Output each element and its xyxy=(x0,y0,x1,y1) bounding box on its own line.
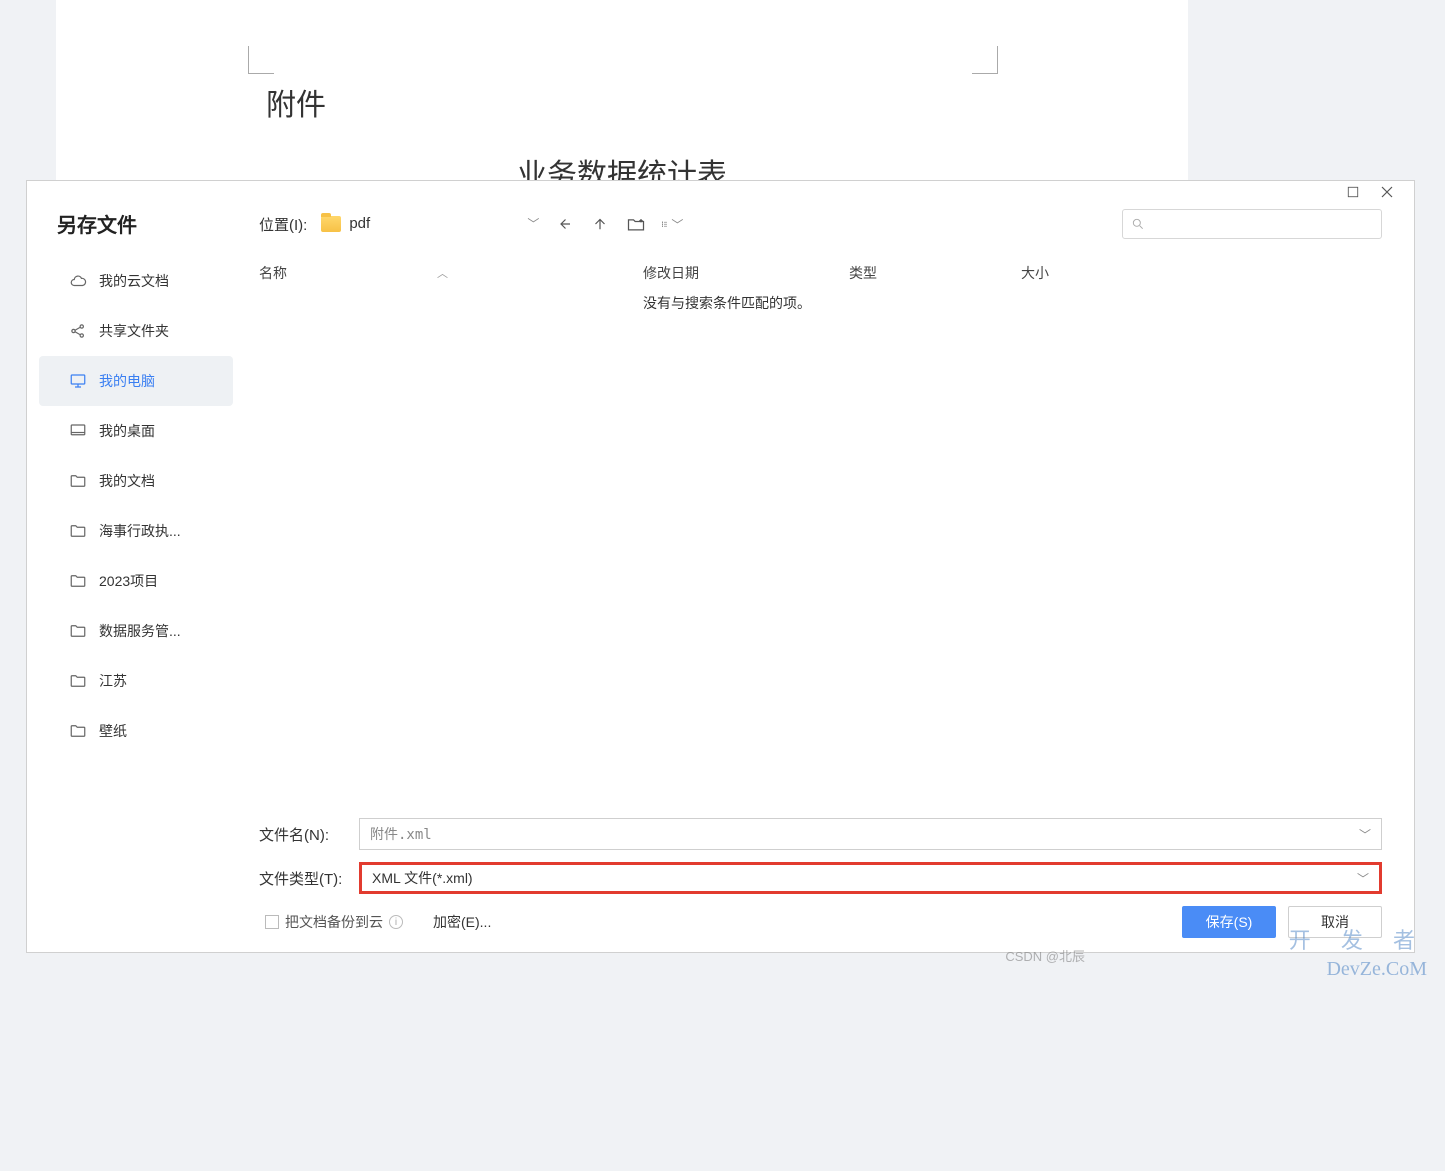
location-label: 位置(I): xyxy=(259,214,307,235)
chevron-down-icon: ﹀ xyxy=(671,216,683,233)
close-button[interactable] xyxy=(1380,185,1394,199)
nav-up-button[interactable] xyxy=(589,213,611,235)
sidebar-item-desktop[interactable]: 我的桌面 xyxy=(39,406,233,456)
filename-label: 文件名(N): xyxy=(259,824,349,845)
sidebar-item-label: 2023项目 xyxy=(99,571,158,591)
folder-icon xyxy=(69,572,87,590)
sidebar-item-folder-2023[interactable]: 2023项目 xyxy=(39,556,233,606)
folder-icon xyxy=(69,472,87,490)
dialog-footer: 文件名(N): 附件.xml ﹀ 文件类型(T): XML 文件(*.xml) … xyxy=(239,808,1414,952)
filename-value: 附件.xml xyxy=(370,824,432,844)
backup-label: 把文档备份到云 xyxy=(285,912,383,932)
sidebar-item-label: 壁纸 xyxy=(99,721,127,741)
sidebar-item-my-computer[interactable]: 我的电脑 xyxy=(39,356,233,406)
maximize-button[interactable] xyxy=(1346,185,1360,199)
sidebar-item-folder-dataservice[interactable]: 数据服务管... xyxy=(39,606,233,656)
sidebar-item-label: 江苏 xyxy=(99,671,127,691)
sidebar-item-shared-folder[interactable]: 共享文件夹 xyxy=(39,306,233,356)
sidebar-item-label: 数据服务管... xyxy=(99,621,181,641)
file-list-header: 名称 ︿ 修改日期 类型 大小 xyxy=(239,257,1414,289)
site-watermark-en: DevZe.CoM xyxy=(1326,958,1427,981)
nav-back-button[interactable] xyxy=(553,213,575,235)
dialog-title: 另存文件 xyxy=(27,209,239,256)
view-options-button[interactable]: ﹀ xyxy=(661,213,683,235)
document-attachment-label: 附件 xyxy=(266,80,326,124)
site-watermark-cn: 开 发 者 xyxy=(1289,923,1427,955)
csdn-watermark: CSDN @北辰 xyxy=(1005,946,1085,965)
column-date-header[interactable]: 修改日期 xyxy=(643,263,849,283)
folder-icon xyxy=(321,216,341,232)
sidebar-item-folder-wallpaper[interactable]: 壁纸 xyxy=(39,706,233,756)
column-name-header[interactable]: 名称 ︿ xyxy=(259,263,643,283)
search-box[interactable] xyxy=(1122,209,1382,239)
sidebar-item-folder-maritime[interactable]: 海事行政执... xyxy=(39,506,233,556)
empty-list-message: 没有与搜索条件匹配的项。 xyxy=(239,289,1414,313)
sidebar-item-documents[interactable]: 我的文档 xyxy=(39,456,233,506)
filetype-combo[interactable]: XML 文件(*.xml) ﹀ xyxy=(359,862,1382,894)
chevron-down-icon: ﹀ xyxy=(1357,870,1369,887)
save-button[interactable]: 保存(S) xyxy=(1182,906,1276,938)
sidebar-item-folder-jiangsu[interactable]: 江苏 xyxy=(39,656,233,706)
chevron-down-icon: ﹀ xyxy=(527,215,539,232)
sidebar-item-label: 海事行政执... xyxy=(99,521,181,541)
margin-marker-left xyxy=(248,46,274,74)
sidebar-item-label: 我的云文档 xyxy=(99,271,169,291)
encrypt-link[interactable]: 加密(E)... xyxy=(433,912,491,932)
checkbox-box xyxy=(265,915,279,929)
desktop-icon xyxy=(69,422,87,440)
location-combo[interactable]: pdf ﹀ xyxy=(321,215,539,233)
folder-icon xyxy=(69,522,87,540)
filename-combo[interactable]: 附件.xml ﹀ xyxy=(359,818,1382,850)
location-text: pdf xyxy=(349,215,519,232)
column-type-header[interactable]: 类型 xyxy=(849,263,1021,283)
search-icon xyxy=(1131,217,1145,231)
sidebar-item-label: 共享文件夹 xyxy=(99,321,169,341)
folder-icon xyxy=(69,722,87,740)
sort-ascending-icon: ︿ xyxy=(437,265,448,281)
main-pane: 位置(I): pdf ﹀ ﹀ xyxy=(239,181,1414,952)
search-input[interactable] xyxy=(1145,217,1373,232)
sidebar-item-label: 我的文档 xyxy=(99,471,155,491)
filetype-label: 文件类型(T): xyxy=(259,868,349,889)
dialog-toolbar: 位置(I): pdf ﹀ ﹀ xyxy=(239,209,1414,257)
margin-marker-right xyxy=(972,46,998,74)
column-size-header[interactable]: 大小 xyxy=(1021,263,1414,283)
filetype-value: XML 文件(*.xml) xyxy=(372,868,473,888)
new-folder-button[interactable] xyxy=(625,213,647,235)
monitor-icon xyxy=(69,372,87,390)
folder-icon xyxy=(69,622,87,640)
sidebar-item-cloud-docs[interactable]: 我的云文档 xyxy=(39,256,233,306)
folder-icon xyxy=(69,672,87,690)
save-as-dialog: 另存文件 我的云文档 共享文件夹 我的电脑 我的桌面 我的文档 xyxy=(26,180,1415,953)
sidebar-item-label: 我的电脑 xyxy=(99,371,155,391)
backup-to-cloud-checkbox[interactable]: 把文档备份到云 i xyxy=(265,912,403,932)
dialog-window-controls xyxy=(1326,177,1414,207)
sidebar-item-label: 我的桌面 xyxy=(99,421,155,441)
save-dialog-sidebar: 另存文件 我的云文档 共享文件夹 我的电脑 我的桌面 我的文档 xyxy=(27,181,239,952)
info-icon[interactable]: i xyxy=(389,915,403,929)
share-icon xyxy=(69,322,87,340)
cloud-icon xyxy=(69,272,87,290)
chevron-down-icon: ﹀ xyxy=(1359,826,1371,843)
